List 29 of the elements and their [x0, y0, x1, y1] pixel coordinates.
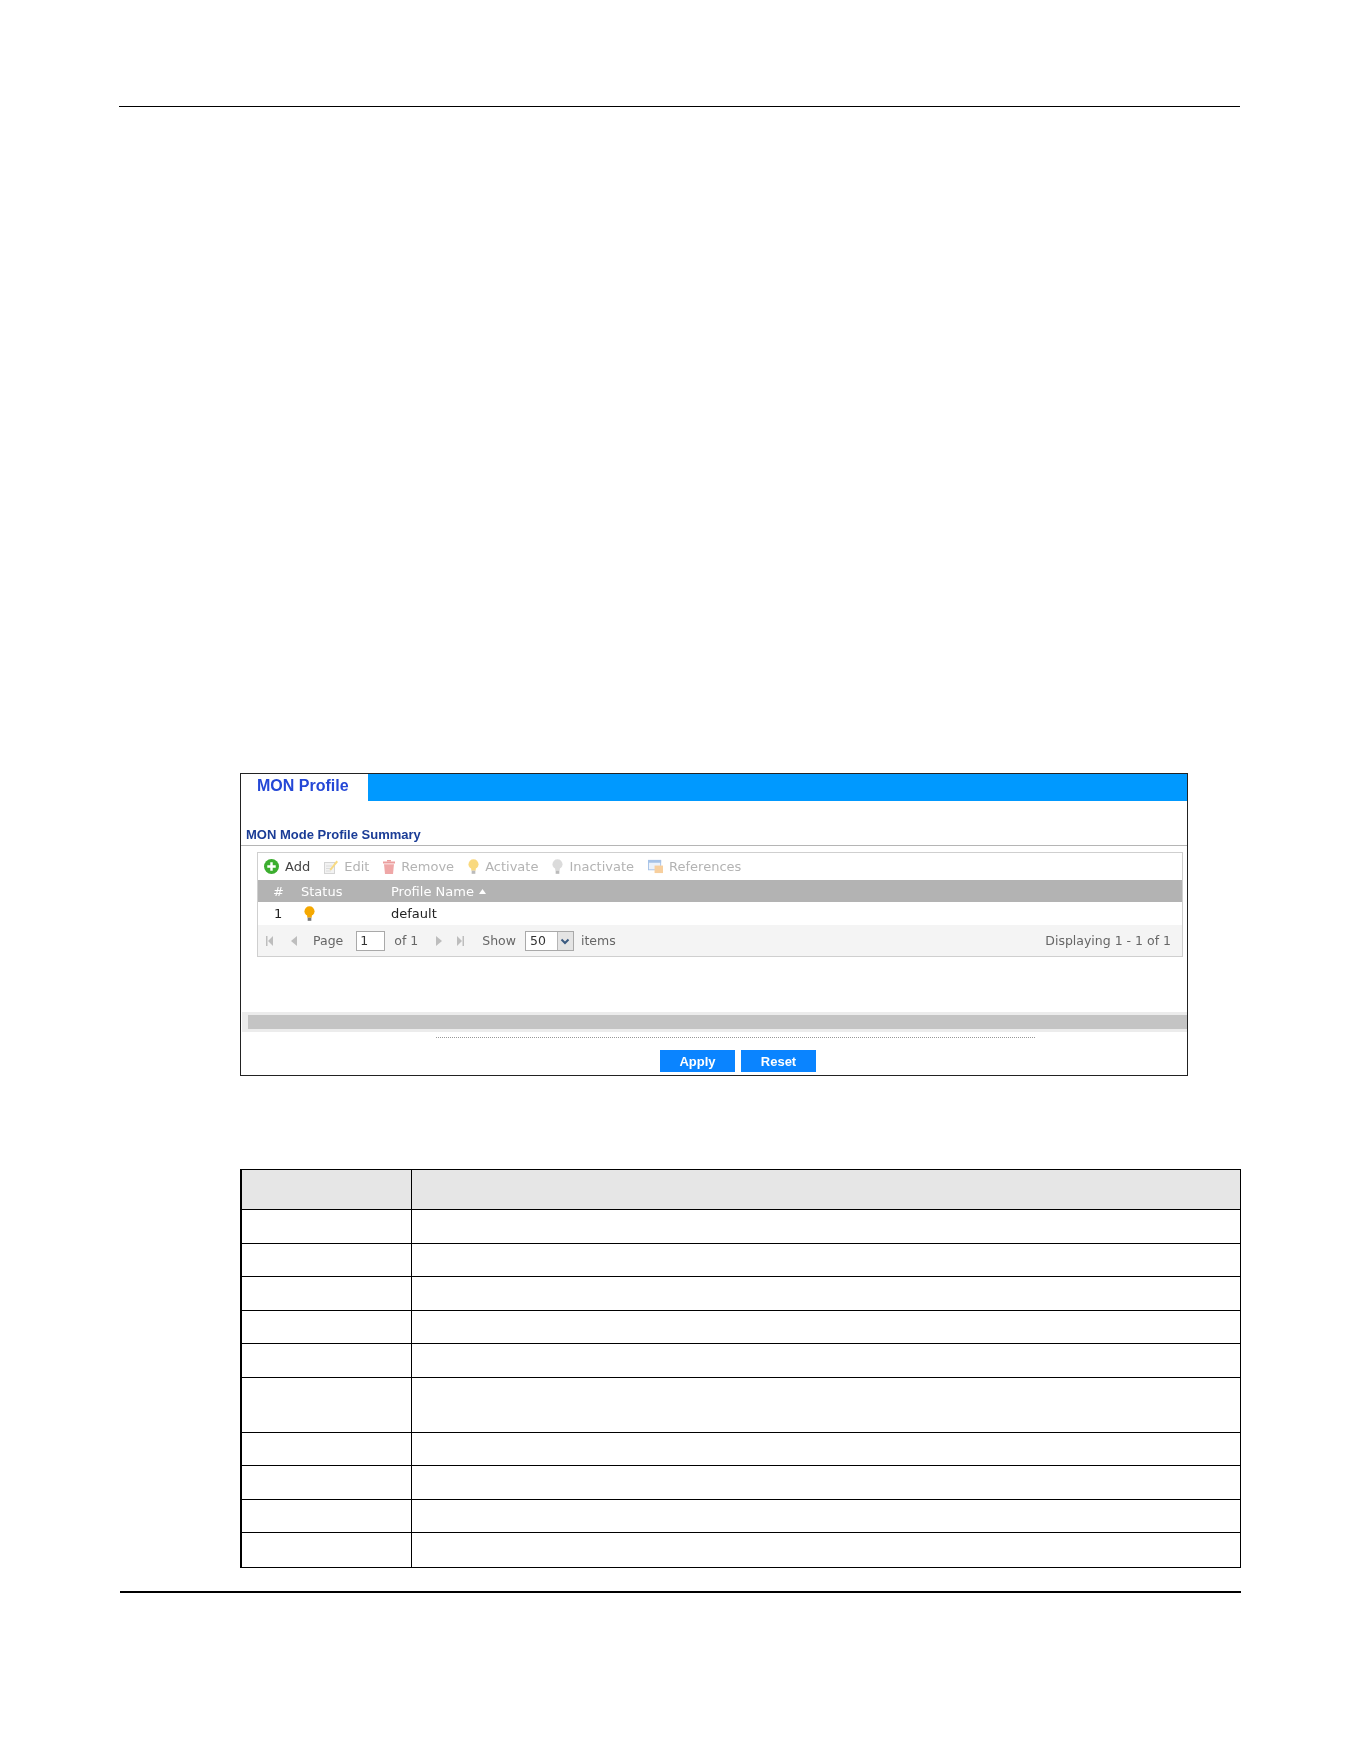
section-title: MON Mode Profile Summary	[246, 827, 421, 842]
show-label: Show	[482, 933, 516, 948]
reset-button[interactable]: Reset	[741, 1050, 816, 1072]
items-label: items	[581, 933, 616, 948]
tab[interactable]: MON Profile	[241, 774, 368, 801]
page-count: of 1	[394, 933, 419, 948]
scrollbar-track[interactable]	[242, 1012, 1187, 1032]
table-cell-text: 1	[273, 906, 284, 921]
page-size-select[interactable]: 50	[525, 930, 574, 951]
column-header[interactable]: Status	[301, 883, 391, 899]
column-header[interactable]: Profile Name	[391, 883, 1182, 899]
table-cell-text: default	[391, 906, 438, 921]
column-header[interactable]: #	[258, 883, 301, 899]
lightbulb-icon	[552, 859, 564, 874]
first-page-icon[interactable]	[266, 935, 273, 946]
previous-page-icon[interactable]	[291, 935, 297, 946]
trash-icon	[383, 859, 396, 874]
page-label: Page	[313, 933, 344, 948]
plus-circle-icon	[264, 859, 279, 874]
lightbulb-icon	[468, 859, 480, 874]
window-folder-icon	[648, 859, 664, 874]
next-page-icon[interactable]	[436, 935, 443, 946]
last-page-icon[interactable]	[457, 935, 465, 946]
notepad-pencil-icon	[324, 859, 339, 874]
scrollbar-thumb[interactable]	[248, 1015, 1187, 1029]
toolbar-button[interactable]: Add	[264, 859, 311, 874]
display-summary: Displaying 1 - 1 of 1	[1045, 933, 1171, 948]
page-input[interactable]: 1	[356, 930, 386, 951]
apply-button[interactable]: Apply	[660, 1050, 735, 1072]
